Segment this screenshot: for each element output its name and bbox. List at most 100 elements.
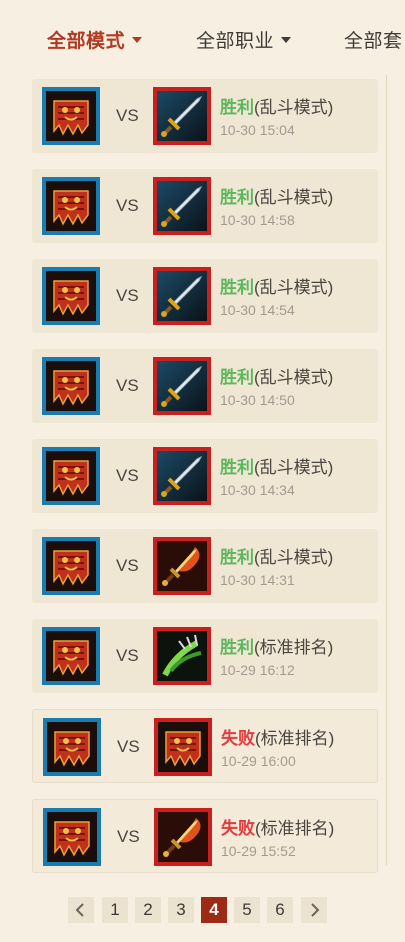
- prev-page-button[interactable]: [68, 897, 94, 923]
- filter-set-label: 全部套: [344, 31, 403, 52]
- mode-label: (乱斗模式): [254, 458, 334, 477]
- mode-label: (标准排名): [255, 729, 335, 748]
- opponent-hero-portrait: [153, 267, 211, 325]
- content-divider: [386, 75, 387, 865]
- match-record[interactable]: VS 失败(标准排名) 10-29 16:00: [32, 709, 378, 783]
- my-hero-portrait: [42, 447, 100, 505]
- my-hero-portrait: [42, 357, 100, 415]
- sword-icon: [157, 91, 207, 141]
- outcome-label: 胜利: [220, 188, 254, 207]
- match-record[interactable]: VS 胜利(标准排名) 10-29 16:12: [32, 619, 378, 693]
- opponent-hero-portrait: [153, 627, 211, 685]
- mode-label: (乱斗模式): [254, 188, 334, 207]
- opponent-hero-portrait: [153, 177, 211, 235]
- page-3-button[interactable]: 3: [168, 897, 194, 923]
- sword-icon: [157, 271, 207, 321]
- outcome-label: 胜利: [220, 98, 254, 117]
- match-time: 10-29 15:52: [221, 843, 296, 859]
- outcome-label: 失败: [221, 819, 255, 838]
- match-result: 胜利(乱斗模式): [220, 93, 333, 118]
- vs-label: VS: [116, 466, 139, 485]
- match-result: 胜利(乱斗模式): [220, 273, 333, 298]
- chevron-left-icon: [75, 903, 84, 917]
- opponent-hero-portrait: [153, 87, 211, 145]
- my-hero-portrait: [42, 87, 100, 145]
- banner-icon: [46, 451, 96, 501]
- opponent-hero-portrait: [153, 447, 211, 505]
- match-result: 胜利(乱斗模式): [220, 543, 333, 568]
- outcome-label: 胜利: [220, 278, 254, 297]
- my-hero-portrait: [43, 808, 101, 866]
- filter-class-label: 全部职业: [196, 31, 275, 52]
- outcome-label: 胜利: [220, 368, 254, 387]
- match-time: 10-30 14:31: [220, 572, 295, 588]
- sword-icon: [157, 451, 207, 501]
- match-time: 10-30 14:50: [220, 392, 295, 408]
- sword-icon: [157, 181, 207, 231]
- match-time: 10-29 16:00: [221, 753, 296, 769]
- match-record[interactable]: VS 胜利(乱斗模式) 10-30 14:34: [32, 439, 378, 513]
- outcome-label: 胜利: [220, 638, 254, 657]
- match-result: 胜利(乱斗模式): [220, 453, 333, 478]
- flaming-dagger-icon: [157, 541, 207, 591]
- mode-label: (标准排名): [255, 819, 335, 838]
- match-record[interactable]: VS 胜利(乱斗模式) 10-30 14:54: [32, 259, 378, 333]
- banner-icon: [46, 91, 96, 141]
- vs-label: VS: [117, 827, 140, 846]
- vs-label: VS: [116, 376, 139, 395]
- outcome-label: 失败: [221, 729, 255, 748]
- opponent-hero-portrait: [153, 357, 211, 415]
- vs-label: VS: [116, 106, 139, 125]
- match-record[interactable]: VS 胜利(乱斗模式) 10-30 14:31: [32, 529, 378, 603]
- page-4-button[interactable]: 4: [201, 897, 227, 923]
- filter-mode-dropdown[interactable]: 全部模式: [47, 26, 143, 53]
- match-record[interactable]: VS 胜利(乱斗模式) 10-30 14:58: [32, 169, 378, 243]
- banner-icon: [46, 541, 96, 591]
- opponent-hero-portrait: [154, 718, 212, 776]
- match-time: 10-30 14:58: [220, 212, 295, 228]
- banner-icon: [46, 181, 96, 231]
- match-list: VS 胜利(乱斗模式) 10-30 15:04 VS 胜利(乱斗模式) 10-30 14:…: [32, 79, 378, 889]
- page-5-button[interactable]: 5: [234, 897, 260, 923]
- filter-class-dropdown[interactable]: 全部职业: [196, 26, 292, 53]
- outcome-label: 胜利: [220, 548, 254, 567]
- my-hero-portrait: [42, 267, 100, 325]
- opponent-hero-portrait: [153, 537, 211, 595]
- caret-down-icon: [281, 36, 292, 43]
- match-record[interactable]: VS 胜利(乱斗模式) 10-30 14:50: [32, 349, 378, 423]
- banner-icon: [158, 722, 208, 772]
- match-result: 胜利(乱斗模式): [220, 183, 333, 208]
- vs-label: VS: [116, 196, 139, 215]
- page-2-button[interactable]: 2: [135, 897, 161, 923]
- filter-bar: 全部模式 全部职业 全部套: [0, 0, 405, 75]
- banner-icon: [46, 361, 96, 411]
- flaming-dagger-icon: [158, 812, 208, 862]
- outcome-label: 胜利: [220, 458, 254, 477]
- mode-label: (乱斗模式): [254, 278, 334, 297]
- filter-set-dropdown[interactable]: 全部套: [344, 26, 403, 53]
- mode-label: (乱斗模式): [254, 548, 334, 567]
- mode-label: (标准排名): [254, 638, 334, 657]
- match-result: 胜利(标准排名): [220, 633, 333, 658]
- opponent-hero-portrait: [154, 808, 212, 866]
- page-6-button[interactable]: 6: [267, 897, 293, 923]
- match-result: 失败(标准排名): [221, 724, 334, 749]
- banner-icon: [46, 631, 96, 681]
- mode-label: (乱斗模式): [254, 98, 334, 117]
- vs-label: VS: [116, 556, 139, 575]
- banner-icon: [47, 812, 97, 862]
- caret-down-icon: [132, 36, 143, 43]
- sword-icon: [157, 361, 207, 411]
- mode-label: (乱斗模式): [254, 368, 334, 387]
- my-hero-portrait: [42, 627, 100, 685]
- match-record[interactable]: VS 胜利(乱斗模式) 10-30 15:04: [32, 79, 378, 153]
- vs-label: VS: [116, 646, 139, 665]
- next-page-button[interactable]: [301, 897, 327, 923]
- green-claw-icon: [157, 631, 207, 681]
- match-time: 10-30 14:54: [220, 302, 295, 318]
- my-hero-portrait: [42, 177, 100, 235]
- match-record[interactable]: VS 失败(标准排名) 10-29 15:52: [32, 799, 378, 873]
- page-1-button[interactable]: 1: [102, 897, 128, 923]
- banner-icon: [47, 722, 97, 772]
- filter-mode-label: 全部模式: [47, 31, 126, 52]
